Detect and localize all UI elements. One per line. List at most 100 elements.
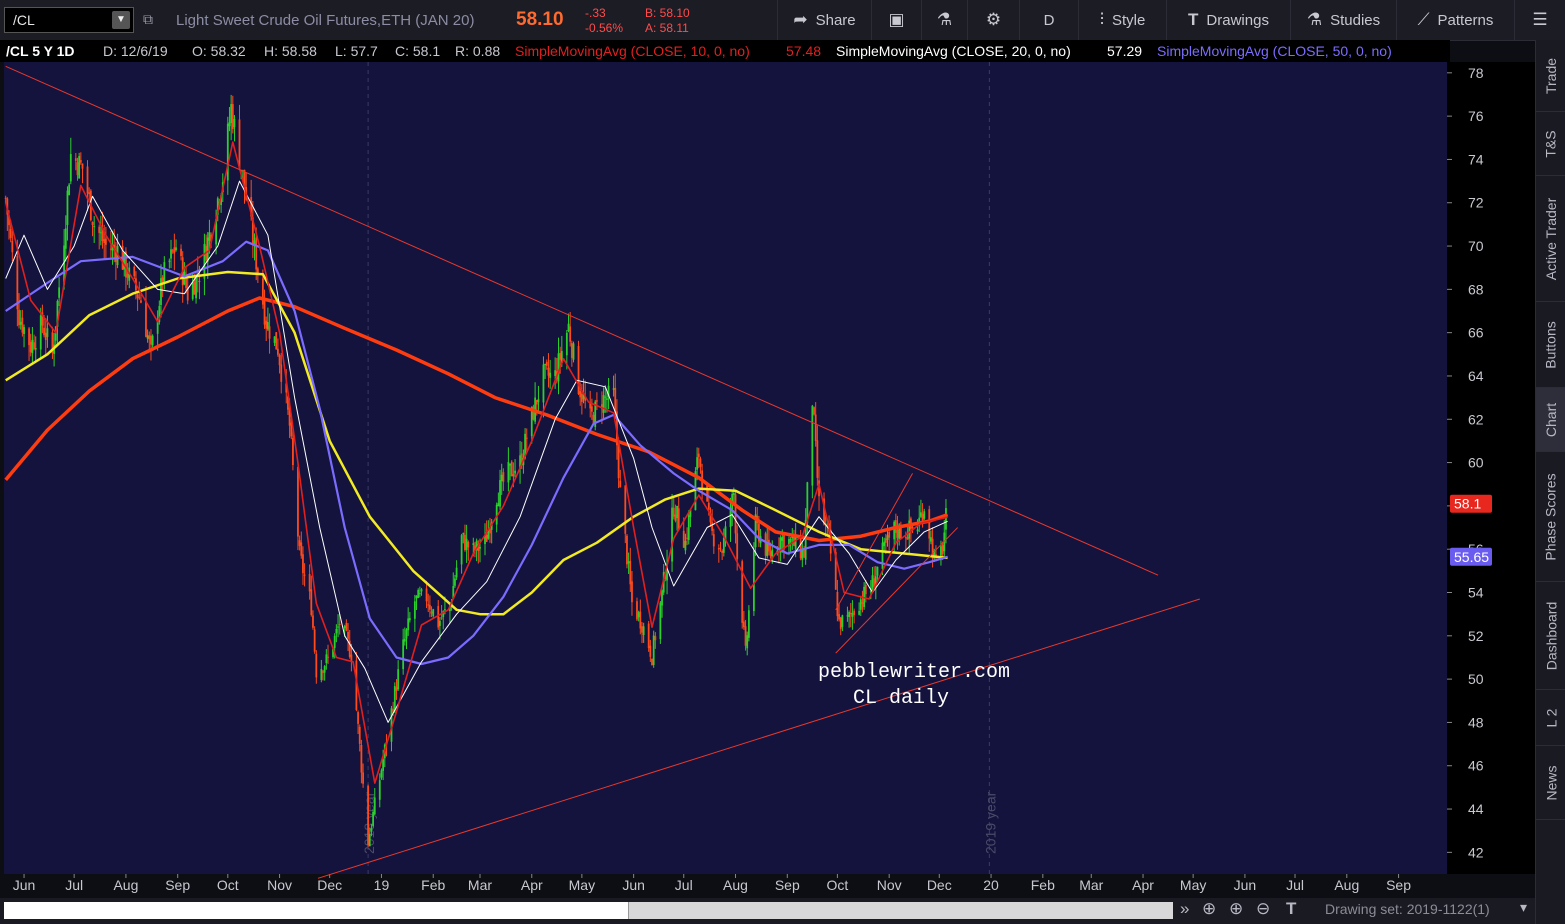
share-button[interactable]: ➦ Share <box>777 0 871 40</box>
candle-body <box>160 278 162 306</box>
candle-body <box>413 601 416 619</box>
candle-body <box>278 354 281 366</box>
flask-icon: ⚗ <box>936 10 953 29</box>
zoom-out-icon[interactable]: ⊖ <box>1256 899 1270 919</box>
candle-body <box>428 604 431 610</box>
text-tool-icon[interactable]: T <box>1286 899 1296 919</box>
candle-body <box>884 538 887 543</box>
drawing-set-label[interactable]: Drawing set: 2019-1122(1) <box>1325 901 1490 917</box>
candle-body <box>651 658 653 666</box>
x-tick-label: Sep <box>165 877 190 893</box>
link-icon[interactable]: ⧉ <box>143 11 153 28</box>
candle-body <box>839 617 842 629</box>
x-tick-label: Apr <box>1132 877 1154 893</box>
price-chart[interactable]: 42444648505254565860626466687072747678Ju… <box>0 0 1565 924</box>
candle-body <box>595 400 598 402</box>
candle-body <box>567 323 570 332</box>
candle-body <box>507 462 510 483</box>
candle-body <box>846 615 849 617</box>
candle-body <box>768 539 770 552</box>
candle-body <box>732 493 735 495</box>
candle-body <box>514 470 516 474</box>
y-tick-label: 60 <box>1468 455 1484 471</box>
candle-body <box>367 785 369 845</box>
candle-body <box>335 629 338 634</box>
candle-body <box>945 508 947 530</box>
plot-area <box>4 62 1447 874</box>
flask-button[interactable]: ⚗ <box>921 0 967 40</box>
candle-body <box>198 280 201 282</box>
candle-body <box>590 406 593 412</box>
tab-time-and-sales[interactable]: T&S <box>1536 112 1565 176</box>
symbol-selector[interactable]: /CL ▼ <box>4 7 134 33</box>
settings-button[interactable]: ⚙ <box>967 0 1019 40</box>
candle-body <box>674 514 677 521</box>
scrollbar-thumb[interactable] <box>628 902 1173 919</box>
tab-news[interactable]: News <box>1536 746 1565 820</box>
y-tick-label: 62 <box>1468 411 1484 427</box>
share-icon: ➦ <box>793 10 808 29</box>
candle-body <box>642 626 645 636</box>
patterns-button[interactable]: ⟋ Patterns <box>1396 0 1514 40</box>
tab-level-2[interactable]: L 2 <box>1536 690 1565 746</box>
studies-button[interactable]: ⚗ Studies <box>1290 0 1396 40</box>
candle-body <box>535 399 538 405</box>
candle-body <box>368 834 371 847</box>
candle-body <box>696 457 699 470</box>
candle-body <box>275 332 278 350</box>
aggregation-button[interactable]: D <box>1019 0 1078 40</box>
candle-body <box>99 232 102 234</box>
zoom-in-icon[interactable]: ⊕ <box>1229 899 1243 919</box>
candle-body <box>39 315 42 350</box>
tab-buttons[interactable]: Buttons <box>1536 302 1565 388</box>
candle-body <box>462 532 465 535</box>
menu-button[interactable]: ☰ <box>1514 0 1565 40</box>
drawings-button[interactable]: T Drawings <box>1166 0 1290 40</box>
drawings-label: Drawings <box>1206 11 1269 29</box>
candle-body <box>193 282 196 295</box>
candle-body <box>736 533 739 559</box>
chart-sharing-button[interactable]: ▣ <box>871 0 921 40</box>
candle-body <box>639 611 642 629</box>
candle-body <box>191 282 194 300</box>
crosshair-icon[interactable]: ⊕ <box>1202 899 1216 919</box>
sma20-value: 57.29 <box>1107 43 1143 59</box>
candle-body <box>930 537 932 542</box>
sma20-label[interactable]: SimpleMovingAvg (CLOSE, 20, 0, no) <box>836 43 1071 59</box>
chevron-down-icon[interactable]: ▾ <box>1520 899 1527 916</box>
candle-body <box>395 687 398 691</box>
candle-body <box>373 797 376 815</box>
candle-body <box>841 615 844 627</box>
candle-body <box>876 566 879 576</box>
candle-body <box>297 466 299 537</box>
chevron-right-icon[interactable]: » <box>1180 899 1189 919</box>
candle-body <box>88 192 91 195</box>
candle-body <box>570 343 573 358</box>
candle-body <box>500 474 503 482</box>
y-tick-label: 68 <box>1468 281 1484 297</box>
tab-trade[interactable]: Trade <box>1536 40 1565 112</box>
candle-body <box>911 526 914 529</box>
tab-dashboard[interactable]: Dashboard <box>1536 582 1565 690</box>
tab-phase-scores[interactable]: Phase Scores <box>1536 452 1565 582</box>
candle-body <box>31 339 34 354</box>
candle-body <box>619 480 622 488</box>
candle-body <box>136 294 139 298</box>
candle-body <box>263 300 266 325</box>
candle-body <box>707 502 710 510</box>
style-button[interactable]: ⫶ Style <box>1078 0 1166 40</box>
candle-body <box>79 159 82 163</box>
candle-body <box>654 636 657 641</box>
sma50-label[interactable]: SimpleMovingAvg (CLOSE, 50, 0, no) <box>1157 43 1392 59</box>
y-tick-label: 78 <box>1468 65 1484 81</box>
sma10-label[interactable]: SimpleMovingAvg (CLOSE, 10, 0, no) <box>515 43 750 59</box>
candle-body <box>661 590 663 606</box>
candle-body <box>649 645 652 657</box>
candle-body <box>537 399 540 402</box>
tab-active-trader[interactable]: Active Trader <box>1536 176 1565 302</box>
chevron-down-icon[interactable]: ▼ <box>112 11 130 29</box>
tab-chart[interactable]: Chart <box>1536 388 1565 452</box>
y-tick-label: 46 <box>1468 758 1484 774</box>
candle-body <box>66 190 69 225</box>
x-tick-label: Oct <box>217 877 239 893</box>
